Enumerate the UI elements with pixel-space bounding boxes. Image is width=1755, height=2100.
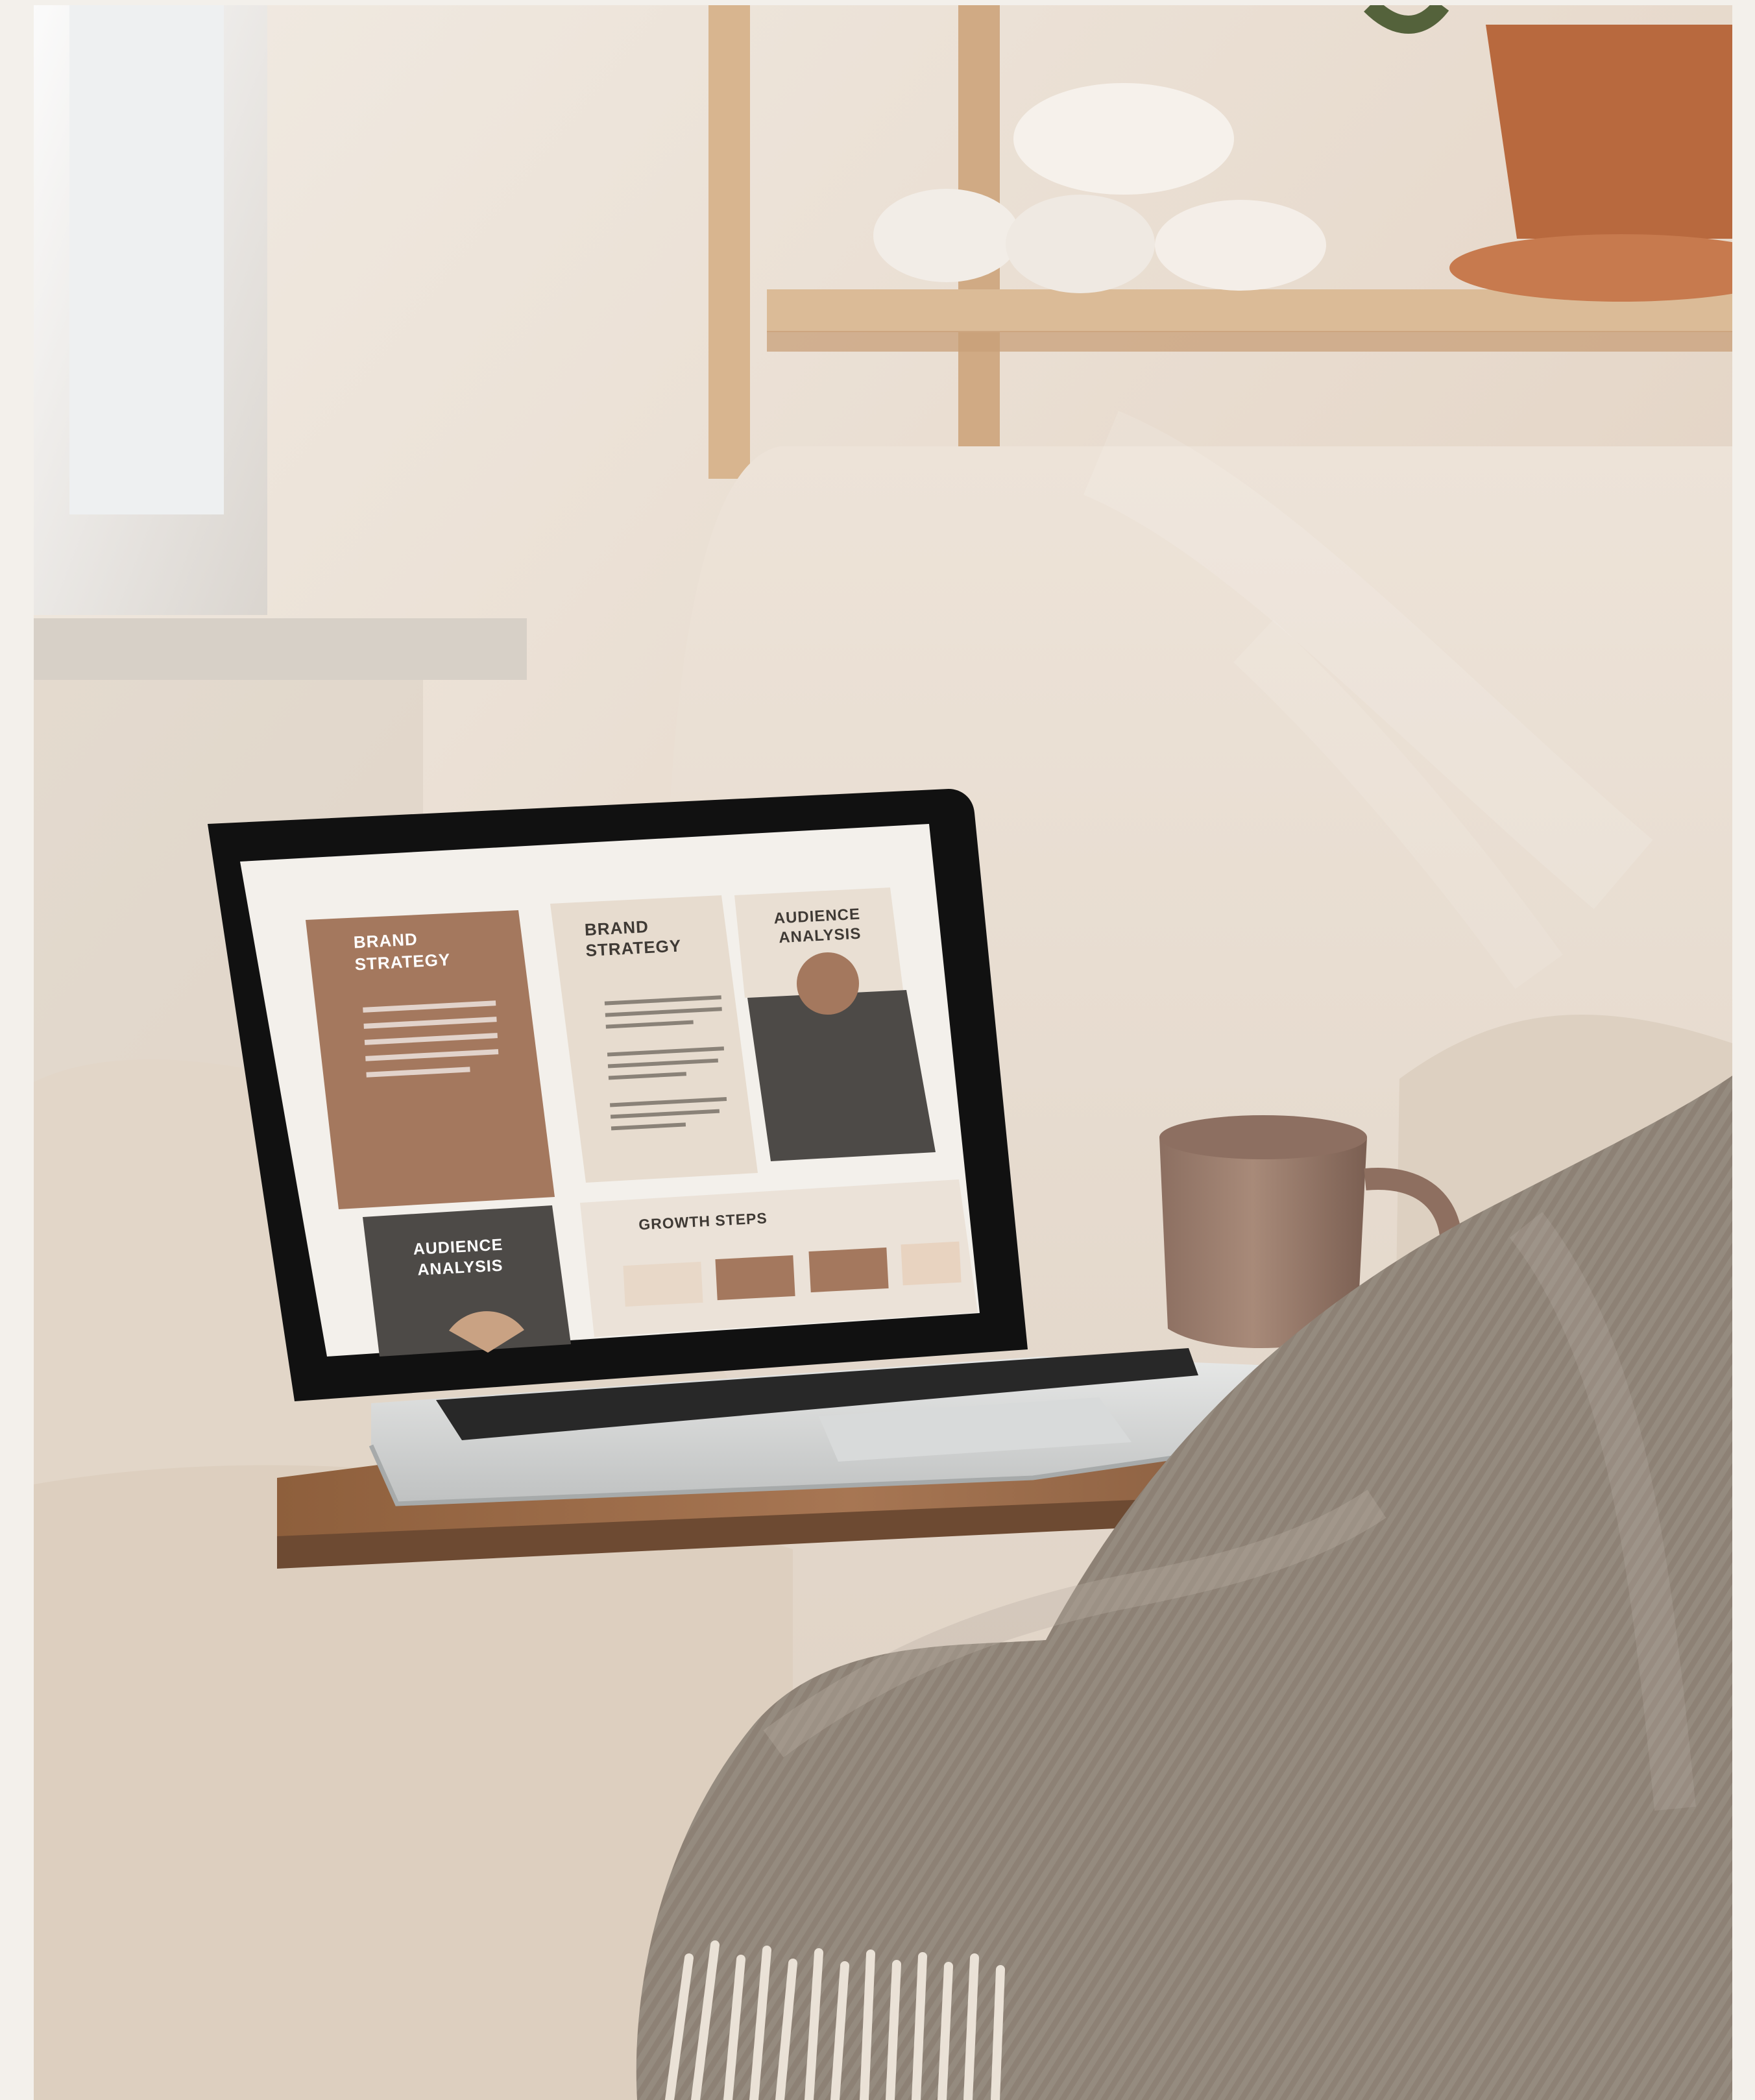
window-pane <box>69 5 224 514</box>
screen-text-card1-line1: BRAND <box>353 929 418 952</box>
photo-svg: BRAND STRATEGY BRAND STRATEGY AUDIENCE A… <box>34 5 1732 2100</box>
screen-card-3-bottom <box>747 990 936 1161</box>
shelf-post-left <box>708 5 750 479</box>
screen-text-card2-line1: BRAND <box>584 917 649 939</box>
window-sill <box>34 618 527 680</box>
screen-circle <box>797 952 859 1015</box>
photo-scene: BRAND STRATEGY BRAND STRATEGY AUDIENCE A… <box>0 0 1755 2100</box>
